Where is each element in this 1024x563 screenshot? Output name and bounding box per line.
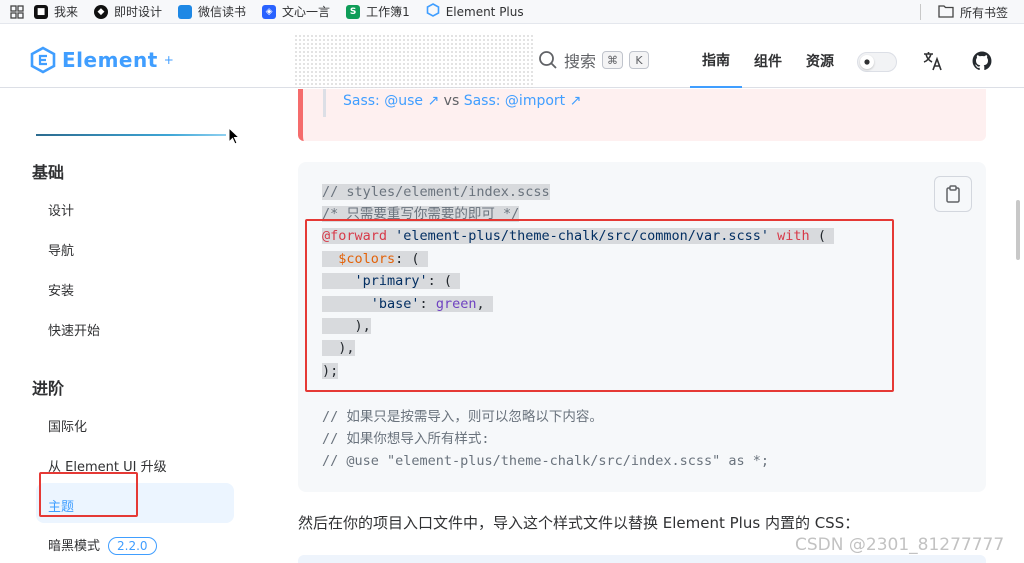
wolai-icon: ■ (34, 4, 48, 19)
yiyan-icon: ◈ (262, 4, 277, 19)
search-icon (539, 51, 557, 69)
apps-grid-icon[interactable] (0, 0, 34, 24)
group-advanced: 进阶 (32, 379, 65, 398)
sidebar-item-design[interactable]: 设计 (48, 200, 74, 219)
element-logo-icon (30, 46, 56, 74)
sidebar-item-navigation[interactable]: 导航 (48, 240, 74, 259)
page-scrollbar[interactable] (1016, 200, 1020, 260)
code-line: // 如果只是按需导入，则可以忽略以下内容。 (322, 409, 603, 425)
tip-quote-bar (323, 89, 326, 117)
sidebar-progress-line (36, 134, 226, 136)
link-sass-use[interactable]: Sass: @use (343, 93, 423, 109)
bookmark-element-plus[interactable]: Element Plus (426, 3, 524, 20)
main-nav: 指南 组件 资源 (690, 34, 846, 88)
code-line: // 如果你想导入所有样式: (322, 431, 490, 447)
code-line: // @use "element-plus/theme-chalk/src/in… (322, 453, 770, 469)
tip-vs: vs (443, 93, 460, 109)
sidebar-item-dark-mode[interactable]: 暗黑模式 2.2.0 (48, 535, 157, 555)
language-icon[interactable] (922, 50, 944, 72)
annotation-box-code (305, 219, 894, 392)
link-sass-import[interactable]: Sass: @import (464, 93, 565, 109)
element-plus-icon (426, 3, 440, 20)
sidebar-item-quickstart[interactable]: 快速开始 (48, 320, 100, 339)
header-dot-pattern (294, 34, 534, 88)
next-block-edge (298, 555, 986, 563)
tip-text: Sass: @use ↗ vs Sass: @import ↗ (343, 93, 581, 109)
dark-mode-label: 暗黑模式 (48, 539, 101, 554)
bookmark-jsdesign[interactable]: ◆ 即时设计 (94, 3, 162, 20)
weread-icon (178, 4, 193, 19)
bookmark-sheet[interactable]: S 工作簿1 (346, 3, 410, 20)
logo-text: Element (62, 48, 158, 72)
external-link-icon: ↗ (427, 93, 440, 109)
site-logo[interactable]: Element + (30, 46, 174, 74)
search-button[interactable]: 搜索 ⌘ K (538, 48, 650, 72)
sidebar-item-i18n[interactable]: 国际化 (48, 416, 87, 435)
copy-button[interactable] (934, 176, 972, 212)
sidebar-item-installation[interactable]: 安装 (48, 280, 74, 299)
sheet-icon: S (346, 4, 361, 19)
bookmark-yiyan[interactable]: ◈ 文心一言 (262, 3, 330, 20)
watermark: CSDN @2301_81277777 (795, 535, 1005, 555)
nav-guide[interactable]: 指南 (690, 34, 742, 88)
nav-resources[interactable]: 资源 (794, 34, 846, 88)
search-label: 搜索 (564, 52, 597, 71)
mouse-cursor-icon (228, 127, 240, 145)
sun-icon (860, 55, 874, 69)
jsdesign-icon: ◆ (94, 4, 109, 19)
bookmarks-divider (920, 4, 921, 20)
sidebar: 基础 设计 导航 安装 快速开始 进阶 国际化 从 Element UI 升级 … (0, 89, 262, 563)
bookmark-weread[interactable]: 微信读书 (178, 3, 246, 20)
all-bookmarks[interactable]: 所有书签 (938, 4, 1008, 21)
version-badge: 2.2.0 (108, 537, 157, 555)
group-basic: 基础 (32, 163, 65, 182)
bookmarks-bar: ■ 我来 ◆ 即时设计 微信读书 ◈ 文心一言 S 工作簿1 Element P… (0, 0, 1024, 24)
annotation-box-sidebar (39, 472, 138, 517)
theme-toggle[interactable] (857, 52, 897, 72)
body-paragraph: 然后在你的项目入口文件中，导入这个样式文件以替换 Element Plus 内置… (298, 514, 860, 532)
nav-components[interactable]: 组件 (742, 34, 794, 88)
code-line: // styles/element/index.scss (322, 184, 550, 200)
bookmark-wolai[interactable]: ■ 我来 (34, 3, 78, 20)
github-icon[interactable] (971, 50, 993, 72)
site-header: Element + 搜索 ⌘ K 指南 组件 资源 (0, 34, 1024, 88)
folder-icon (938, 4, 954, 21)
kbd-k: K (629, 51, 650, 69)
logo-plus: + (163, 53, 174, 67)
external-link-icon: ↗ (569, 93, 582, 109)
clipboard-icon (946, 185, 960, 203)
kbd-cmd: ⌘ (602, 51, 624, 69)
tip-box: Sass: @use ↗ vs Sass: @import ↗ (298, 89, 986, 141)
